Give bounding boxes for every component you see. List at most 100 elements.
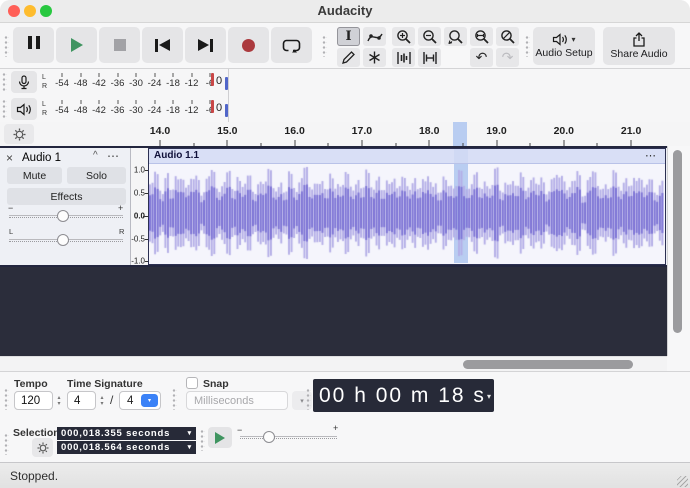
record-channel-right-label: R bbox=[42, 83, 47, 90]
zoom-selection-button[interactable] bbox=[444, 27, 467, 46]
envelope-tool-button[interactable] bbox=[363, 27, 386, 46]
speed-slider-track[interactable] bbox=[240, 438, 337, 439]
status-text: Stopped. bbox=[10, 469, 58, 483]
time-signature-divider: / bbox=[110, 393, 113, 407]
snap-checkbox[interactable] bbox=[186, 377, 198, 389]
time-signature-toolbar-grip[interactable] bbox=[4, 388, 9, 410]
track-close-button[interactable]: × bbox=[6, 151, 13, 165]
redo-button[interactable]: ↷ bbox=[496, 48, 519, 67]
draw-tool-button[interactable] bbox=[337, 48, 360, 67]
stop-button[interactable] bbox=[99, 27, 140, 63]
clip-header[interactable]: Audio 1.1 ⋯ bbox=[149, 149, 665, 164]
meter-scale-tick bbox=[117, 73, 118, 77]
speed-min-label: − bbox=[237, 425, 242, 435]
meter-scale-label: -54 bbox=[55, 78, 69, 89]
vertical-scale-ruler[interactable]: 1.00.50.0-0.5-1.0 bbox=[131, 148, 148, 265]
track-collapse-icon[interactable]: ^ bbox=[93, 150, 98, 161]
horizontal-scrollbar-thumb[interactable] bbox=[463, 360, 633, 369]
snap-mode-select[interactable]: Milliseconds bbox=[186, 391, 288, 410]
tools-toolbar-grip[interactable] bbox=[322, 35, 327, 57]
snapping-toolbar-grip[interactable] bbox=[172, 388, 177, 410]
share-audio-label: Share Audio bbox=[610, 48, 667, 60]
recording-meter-panel[interactable]: L R -54-48-42-36-30-24-18-12-6 0 bbox=[0, 69, 229, 96]
playback-meter-speaker-button[interactable] bbox=[11, 98, 37, 120]
waveform[interactable] bbox=[149, 163, 664, 263]
solo-button[interactable]: Solo bbox=[67, 167, 126, 184]
skip-to-end-button[interactable] bbox=[185, 27, 226, 63]
tempo-input[interactable]: 120 bbox=[14, 391, 53, 410]
silence-icon bbox=[422, 51, 438, 65]
skip-to-start-button[interactable] bbox=[142, 27, 183, 63]
time-signature-upper-input[interactable]: 4 bbox=[67, 391, 96, 410]
multi-tool-button[interactable] bbox=[363, 48, 386, 67]
gear-icon bbox=[13, 128, 26, 141]
effects-button[interactable]: Effects bbox=[7, 188, 126, 205]
play-button[interactable] bbox=[56, 27, 97, 63]
zoom-in-button[interactable] bbox=[392, 27, 415, 46]
microphone-icon bbox=[18, 75, 30, 90]
audio-clip[interactable]: Audio 1.1 ⋯ bbox=[148, 148, 666, 265]
clip-title[interactable]: Audio 1.1 bbox=[154, 150, 199, 161]
meter-scale-label: -54 bbox=[55, 105, 69, 116]
speaker-icon bbox=[16, 103, 32, 116]
zoom-fit-project-button[interactable] bbox=[470, 27, 493, 46]
selection-end-field[interactable]: 000,018.564 seconds ▾ bbox=[57, 441, 196, 454]
record-button[interactable] bbox=[228, 27, 269, 63]
zoom-toggle-button[interactable] bbox=[496, 27, 519, 46]
timeline-ruler[interactable]: 14.015.016.017.018.019.020.021.0 bbox=[0, 122, 690, 146]
vertical-scale-label: -0.5 bbox=[131, 235, 145, 244]
clip-menu-button[interactable]: ⋯ bbox=[645, 149, 657, 162]
audio-setup-toolbar-grip[interactable] bbox=[525, 35, 530, 57]
horizontal-scrollbar[interactable] bbox=[0, 356, 667, 372]
ibeam-icon: I bbox=[345, 29, 351, 44]
track-title[interactable]: Audio 1 bbox=[22, 152, 61, 164]
window-resize-grip[interactable] bbox=[677, 476, 688, 487]
loop-icon bbox=[282, 37, 301, 54]
playback-meter-grip[interactable] bbox=[2, 99, 7, 119]
zoom-out-button[interactable] bbox=[418, 27, 441, 46]
transport-toolbar-grip[interactable] bbox=[4, 35, 9, 57]
speed-slider-thumb[interactable] bbox=[263, 431, 275, 443]
meter-scale-tick bbox=[136, 73, 137, 77]
time-signature-lower-select[interactable]: 4 ▾ bbox=[119, 391, 161, 410]
pause-button[interactable] bbox=[13, 27, 54, 63]
audio-setup-button[interactable]: ▾ Audio Setup bbox=[533, 27, 595, 65]
time-format-caret-icon: ▾ bbox=[487, 392, 491, 401]
time-signature-stepper[interactable]: ▴ ▾ bbox=[97, 391, 107, 410]
silence-audio-button[interactable] bbox=[418, 48, 441, 67]
audio-position-display[interactable]: 00 h 00 m 18 s ▾ bbox=[313, 379, 494, 412]
play-at-speed-button[interactable] bbox=[208, 427, 232, 448]
clip-indicator-right bbox=[225, 77, 228, 90]
track-control-panel[interactable]: × Audio 1 ^ ⋯ Mute Solo Effects − + L R bbox=[0, 148, 131, 265]
meter-scale-label: -36 bbox=[111, 78, 125, 89]
mute-button[interactable]: Mute bbox=[7, 167, 62, 184]
tempo-stepper[interactable]: ▴ ▾ bbox=[54, 391, 64, 410]
vertical-scrollbar[interactable] bbox=[667, 146, 690, 356]
undo-button[interactable]: ↶ bbox=[470, 48, 493, 67]
meter-scale-label: -12 bbox=[185, 78, 199, 89]
selection-toolbar-grip[interactable] bbox=[4, 433, 9, 455]
zoom-in-icon bbox=[396, 29, 412, 45]
time-toolbar-grip[interactable] bbox=[306, 388, 311, 410]
share-audio-button[interactable]: Share Audio bbox=[603, 27, 675, 65]
ruler-selection-region[interactable] bbox=[453, 122, 467, 146]
vertical-scrollbar-thumb[interactable] bbox=[673, 150, 682, 333]
track-menu-button[interactable]: ⋯ bbox=[107, 149, 120, 163]
selection-start-field[interactable]: 000,018.355 seconds ▾ bbox=[57, 427, 196, 440]
loop-button[interactable] bbox=[271, 27, 312, 63]
recording-meter-mic-button[interactable] bbox=[11, 71, 37, 93]
play-at-speed-toolbar-grip[interactable] bbox=[200, 429, 205, 451]
selection-tool-button[interactable]: I bbox=[337, 27, 360, 46]
trim-audio-button[interactable] bbox=[392, 48, 415, 67]
vertical-scale-label: 1.0 bbox=[134, 166, 145, 175]
playback-meter-panel[interactable]: L R -54-48-42-36-30-24-18-12-6 0 bbox=[0, 96, 229, 123]
timeline-options-button[interactable] bbox=[4, 124, 34, 144]
tempo-label: Tempo bbox=[14, 378, 48, 390]
ruler-ticks[interactable]: 14.015.016.017.018.019.020.021.0 bbox=[148, 122, 666, 146]
select-caret-button[interactable]: ▾ bbox=[141, 394, 158, 407]
recording-meter-grip[interactable] bbox=[2, 72, 7, 92]
gain-slider-thumb[interactable] bbox=[57, 210, 69, 222]
pan-slider-thumb[interactable] bbox=[57, 234, 69, 246]
selection-options-button[interactable] bbox=[32, 438, 53, 457]
meter-scale-tick bbox=[191, 100, 192, 104]
